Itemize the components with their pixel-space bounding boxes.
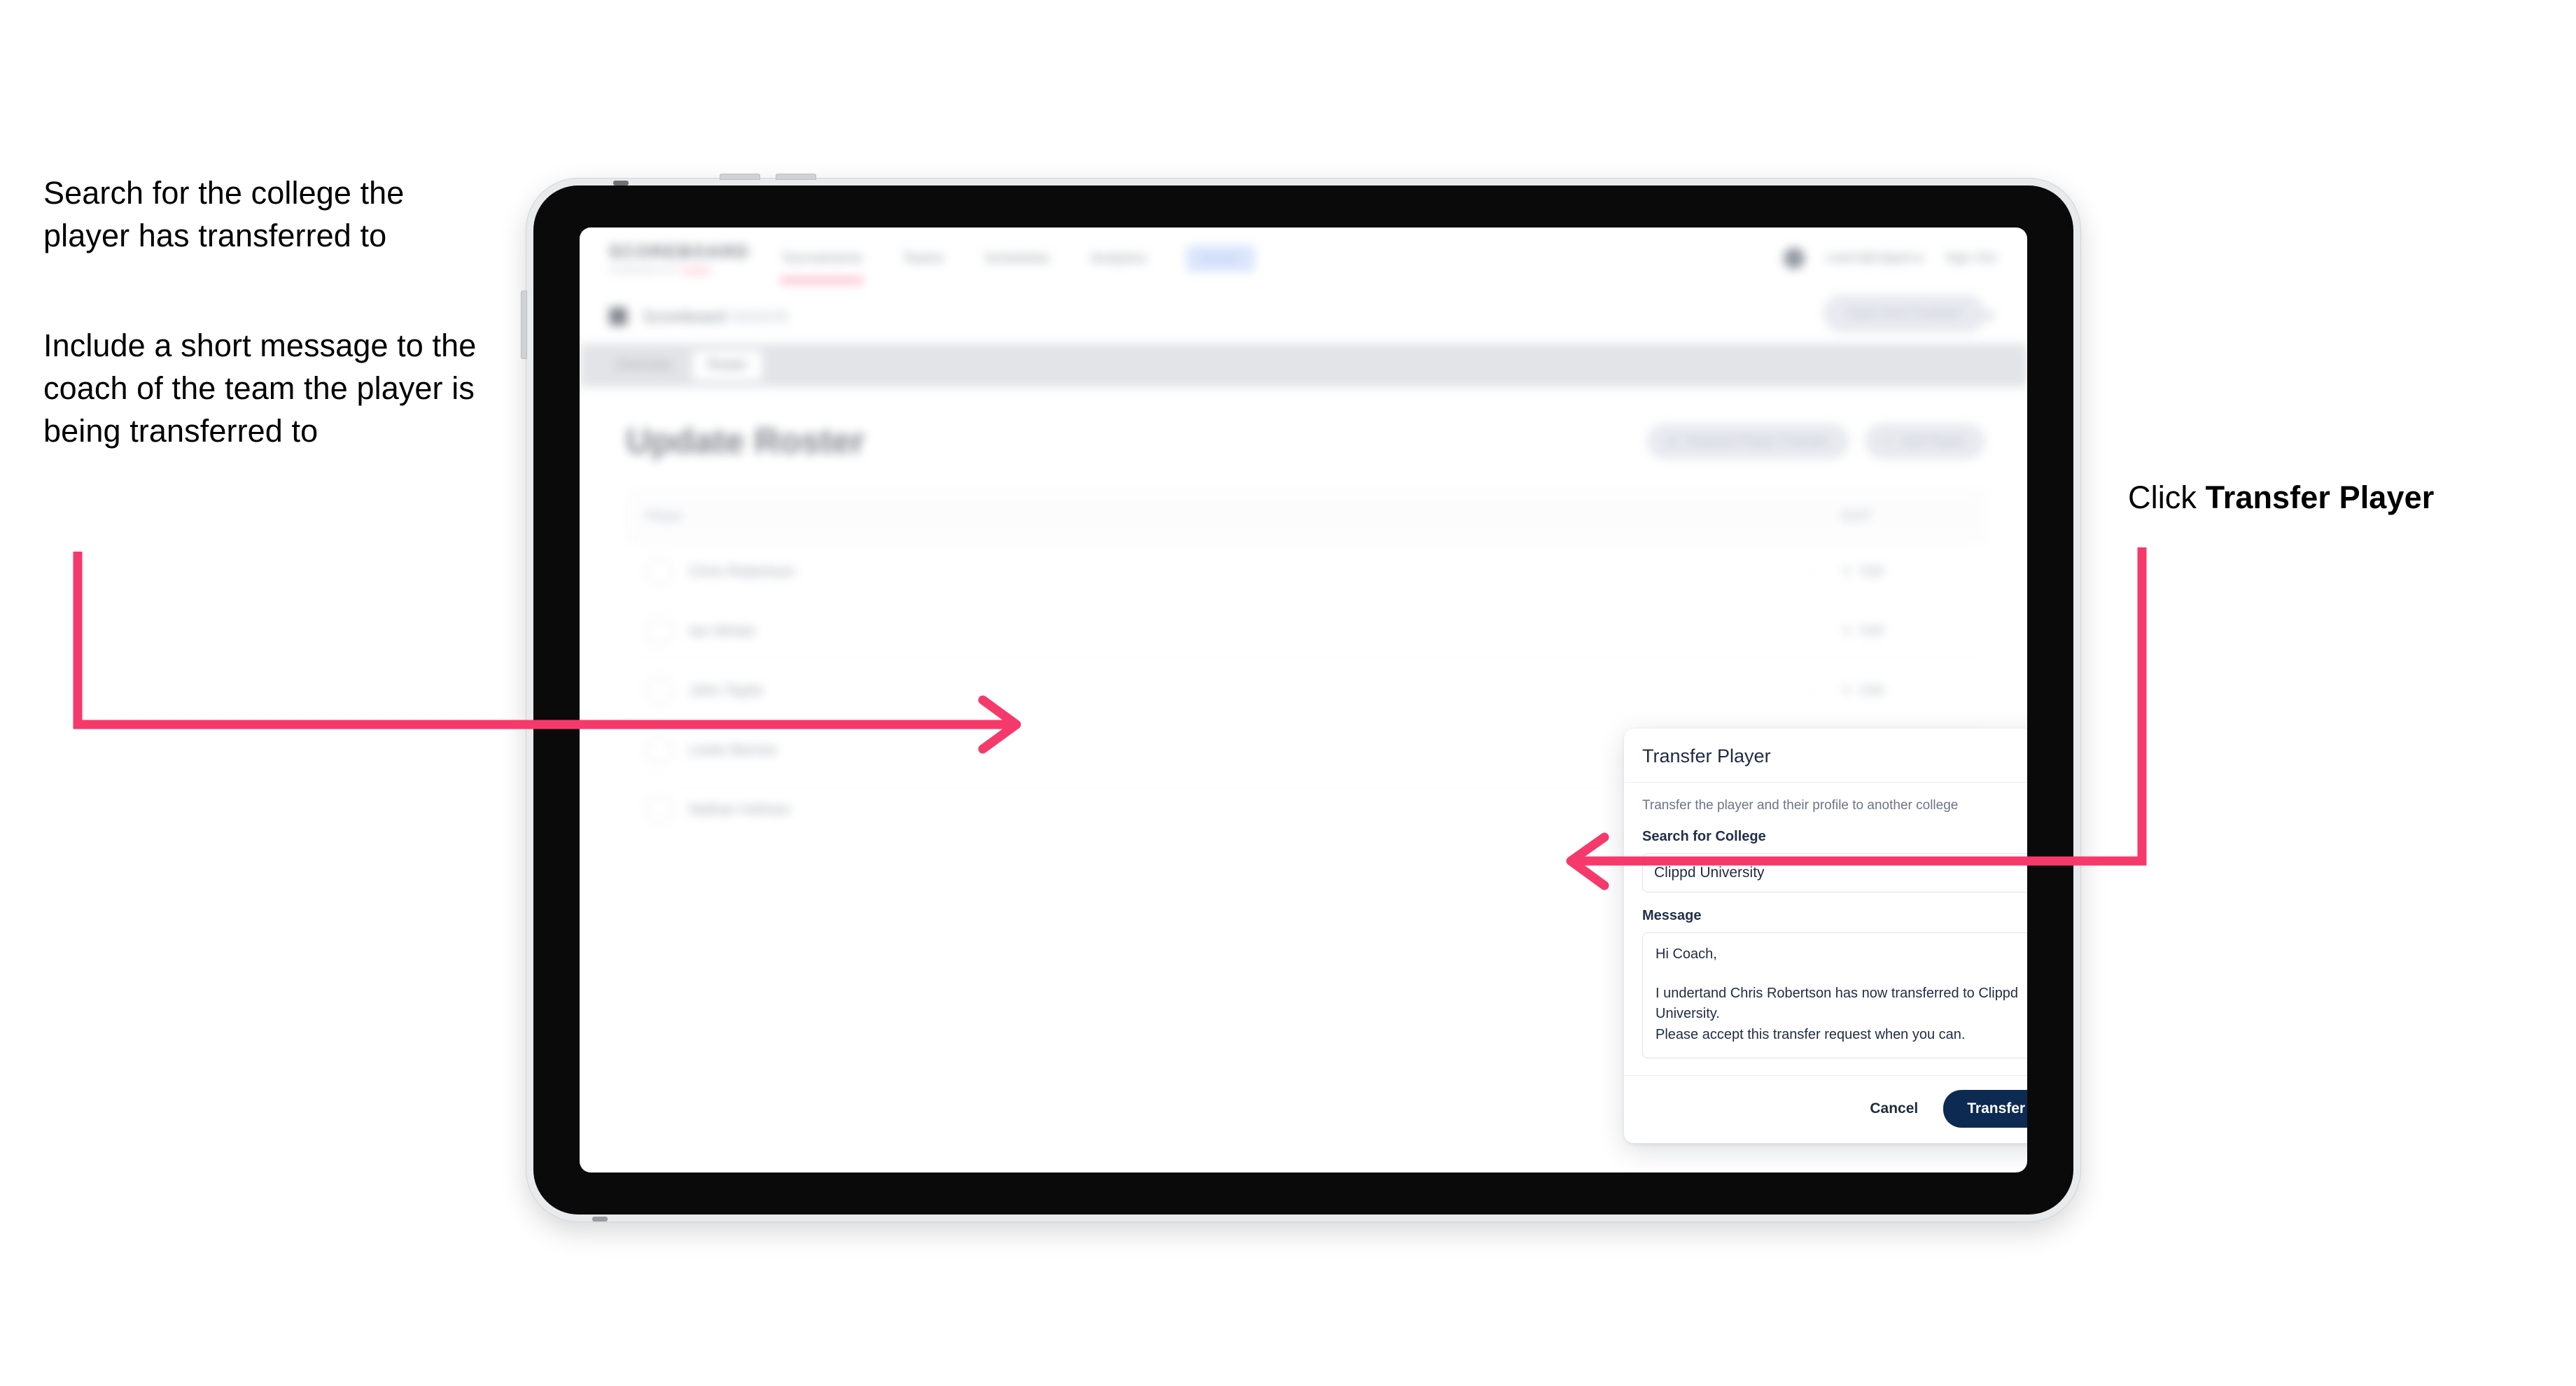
tablet-screen: SCOREBOARD POWERED BY clippd Tournaments… — [580, 227, 2027, 1172]
shield-icon — [609, 307, 627, 326]
player-name: Lewis Barnes — [689, 742, 778, 758]
message-field-label: Message — [1642, 908, 1702, 923]
avatar — [645, 677, 673, 705]
pencil-icon: ✎ — [1842, 683, 1853, 698]
table-cell-player: John Taylor — [626, 677, 1810, 705]
nav-item-teams[interactable]: Teams — [902, 246, 946, 271]
volume-down-button[interactable] — [776, 174, 816, 180]
edit-player-button[interactable]: ✎ Edit — [1842, 564, 1985, 580]
transfer-player-button[interactable]: Transfer Player — [1943, 1090, 2027, 1128]
nav-item-analytics[interactable]: Analytics — [1089, 246, 1148, 271]
edit-player-button[interactable]: ✎ Edit — [1842, 683, 1985, 699]
dialog-header: Transfer Player ✕ — [1624, 729, 2027, 783]
table-row[interactable]: Chris Robertson ✎ Edit — [626, 542, 1985, 602]
search-college-input[interactable] — [1642, 853, 2027, 892]
message-line-3: Please accept this transfer request when… — [1656, 1026, 1966, 1042]
dialog-subtitle: Transfer the player and their profile to… — [1642, 798, 1959, 813]
front-camera-icon — [613, 181, 629, 186]
add-player-button[interactable]: + Add Player — [1864, 424, 1985, 459]
table-header-edit: EDIT — [1810, 509, 1985, 524]
transfer-icon: ⇄ — [1667, 434, 1679, 449]
annotation-click-prefix: Click — [2128, 479, 2206, 515]
table-cell-edit: ✎ Edit — [1810, 564, 1985, 580]
breadcrumb-season: 2024/25 — [730, 307, 789, 326]
table-row[interactable]: Ian Winter ✎ Edit — [626, 602, 1985, 662]
request-player-transfer-label: Request Player Transfer — [1686, 433, 1830, 449]
tab-overview[interactable]: Overview — [601, 351, 687, 380]
account-email[interactable]: coach@clippd.io — [1826, 251, 1924, 266]
plus-icon: + — [1884, 433, 1893, 449]
player-name: John Taylor — [689, 682, 764, 699]
cancel-button[interactable]: Cancel — [1865, 1100, 1922, 1118]
volume-up-button[interactable] — [720, 174, 760, 180]
dialog-title: Transfer Player — [1642, 745, 1771, 766]
edit-label: Edit — [1861, 624, 1884, 638]
page-title: Update Roster — [626, 421, 865, 461]
device-port-icon — [592, 1217, 608, 1222]
table-header-player-label: Player — [645, 509, 683, 524]
save-and-continue-label: Save And Continue — [1847, 306, 1961, 321]
table-header-edit-label: EDIT — [1842, 509, 1872, 524]
table-cell-player: Chris Robertson — [626, 558, 1810, 586]
tab-strip: Overview Roster — [580, 344, 2027, 387]
brand-logo[interactable]: SCOREBOARD POWERED BY clippd — [609, 241, 750, 275]
top-bar-right: coach@clippd.io Sign Out — [1784, 248, 1996, 269]
player-name: Ian Winter — [689, 623, 756, 639]
avatar — [645, 796, 673, 824]
breadcrumb-label[interactable]: Scoreboard — [643, 307, 726, 326]
breadcrumb-bar: Scoreboard 2024/25 Cancel — [580, 289, 2027, 344]
dialog-footer: Cancel Transfer Player — [1624, 1075, 2027, 1143]
college-field-label: Search for College — [1642, 829, 1766, 844]
avatar[interactable] — [1784, 248, 1805, 269]
table-cell-edit: ✎ Edit — [1810, 624, 1985, 639]
tab-roster[interactable]: Roster — [692, 351, 763, 380]
save-and-continue-button[interactable]: Save And Continue — [1823, 295, 1985, 332]
transfer-player-dialog: Transfer Player ✕ Transfer the player an… — [1624, 729, 2027, 1143]
message-line-1: Hi Coach, — [1656, 946, 1717, 962]
edit-label: Edit — [1861, 564, 1884, 579]
college-field-group: Search for College — [1642, 829, 2027, 892]
edit-player-button[interactable]: ✎ Edit — [1842, 624, 1985, 639]
breadcrumb: Scoreboard 2024/25 — [643, 307, 788, 326]
request-player-transfer-button[interactable]: ⇄ Request Player Transfer — [1647, 424, 1849, 459]
table-header-row: Player EDIT — [626, 491, 1985, 542]
sign-out-button[interactable]: Sign Out — [1945, 251, 1996, 266]
nav-item-roster[interactable]: Roster — [1185, 244, 1255, 272]
pencil-icon: ✎ — [1842, 564, 1853, 579]
avatar — [645, 736, 673, 764]
annotation-include-message: Include a short message to the coach of … — [43, 328, 477, 449]
message-textarea[interactable]: Hi Coach, I undertand Chris Robertson ha… — [1642, 932, 2027, 1058]
bottom-action-area: Save And Continue — [1823, 295, 1985, 332]
table-cell-edit: ✎ Edit — [1810, 683, 1985, 699]
avatar — [645, 558, 673, 586]
app-top-bar: SCOREBOARD POWERED BY clippd Tournaments… — [580, 227, 2027, 290]
nav-item-schedules[interactable]: Schedules — [983, 246, 1051, 271]
brand-tagline-text: POWERED BY — [609, 265, 677, 275]
dialog-body: Transfer the player and their profile to… — [1624, 783, 2027, 1075]
avatar — [645, 617, 673, 645]
player-name: Chris Robertson — [689, 564, 795, 580]
message-line-2: I undertand Chris Robertson has now tran… — [1656, 985, 2019, 1022]
table-header-player: Player — [626, 509, 1810, 524]
page-action-buttons: ⇄ Request Player Transfer + Add Player — [1647, 424, 1985, 459]
table-cell-player: Ian Winter — [626, 617, 1810, 645]
add-player-label: Add Player — [1900, 433, 1966, 449]
message-field-group: Message Hi Coach, I undertand Chris Robe… — [1642, 908, 2027, 1058]
power-button[interactable] — [521, 290, 527, 359]
brand-tagline-accent: clippd — [679, 265, 711, 275]
brand-wordmark: SCOREBOARD — [609, 241, 750, 262]
annotation-click-emphasis: Transfer Player — [2205, 479, 2435, 515]
pencil-icon: ✎ — [1842, 624, 1853, 638]
top-navigation: Tournaments Teams Schedules Analytics Ro… — [780, 244, 1255, 282]
table-row[interactable]: John Taylor ✎ Edit — [626, 662, 1985, 721]
brand-tagline: POWERED BY clippd — [609, 265, 728, 275]
edit-label: Edit — [1861, 683, 1884, 698]
player-name: Nathan Holmes — [689, 802, 790, 818]
annotation-search-college: Search for the college the player has tr… — [43, 175, 405, 254]
annotation-click-transfer: Click Transfer Player — [2128, 476, 2562, 519]
nav-item-tournaments[interactable]: Tournaments — [780, 246, 864, 282]
